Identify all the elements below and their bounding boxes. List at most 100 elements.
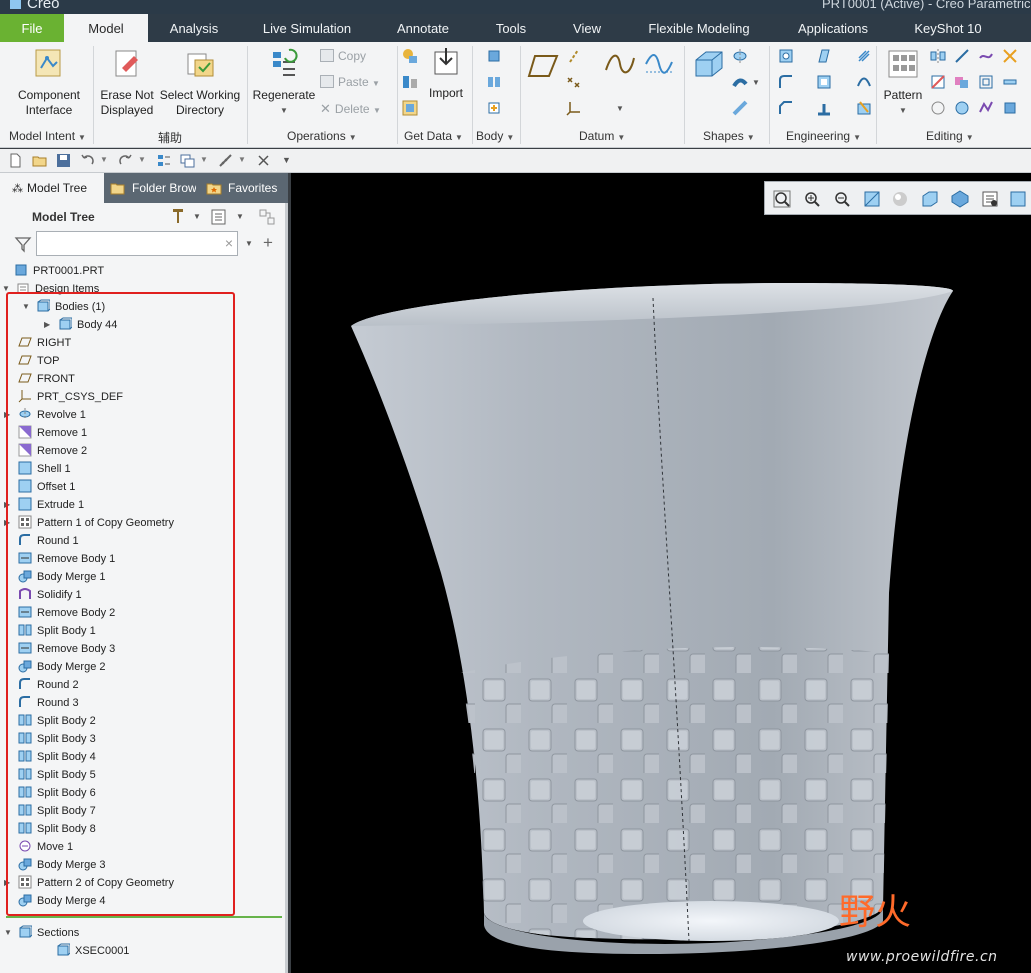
fill-icon[interactable] <box>954 100 970 116</box>
group-editing[interactable]: Editing ▼ <box>926 129 974 143</box>
datum-axis-icon[interactable] <box>566 48 582 64</box>
cosmetic-sketch-icon[interactable] <box>856 100 872 116</box>
collapse-arrow-icon[interactable]: ▼ <box>4 924 14 942</box>
windows-icon[interactable] <box>180 153 195 168</box>
sketch-icon[interactable] <box>604 52 636 76</box>
tree-body-44[interactable]: ▶ Body 44 <box>44 316 117 334</box>
tree-feature-shell-1[interactable]: Shell 1 <box>18 460 71 478</box>
tree-feature-remove-2[interactable]: Remove 2 <box>18 442 87 460</box>
open-folder-icon[interactable] <box>32 153 47 168</box>
solidify-icon[interactable] <box>930 100 946 116</box>
shrinkwrap-icon[interactable] <box>402 100 418 116</box>
tree-feature-split-body-4[interactable]: Split Body 4 <box>18 748 96 766</box>
filter-icon[interactable] <box>14 235 32 253</box>
hole-icon[interactable] <box>778 48 794 64</box>
customize-toolbar-dropdown[interactable]: ▼ <box>282 155 291 165</box>
tab-applications[interactable]: Applications <box>780 14 886 42</box>
save-icon[interactable] <box>56 153 71 168</box>
curve-icon[interactable] <box>644 52 674 76</box>
tree-feature-right[interactable]: RIGHT <box>18 334 71 352</box>
measure-icon[interactable] <box>218 153 233 168</box>
expand-arrow-icon[interactable]: ▶ <box>4 496 14 514</box>
tab-view[interactable]: View <box>554 14 620 42</box>
tree-feature-split-body-3[interactable]: Split Body 3 <box>18 730 96 748</box>
group-engineering[interactable]: Engineering ▼ <box>786 129 861 143</box>
tree-bodies[interactable]: ▼ Bodies (1) <box>22 298 105 316</box>
tree-feature-body-merge-3[interactable]: Body Merge 3 <box>18 856 105 874</box>
round-icon[interactable] <box>778 74 794 90</box>
tab-live-simulation[interactable]: Live Simulation <box>244 14 370 42</box>
filter-dropdown[interactable]: ▼ <box>245 239 253 248</box>
tree-feature-round-1[interactable]: Round 1 <box>18 532 79 550</box>
tree-columns-dropdown[interactable]: ▼ <box>236 212 244 221</box>
datum-plane-icon[interactable] <box>527 52 559 80</box>
tab-keyshot[interactable]: KeyShot 10 <box>900 14 996 42</box>
revolve-icon[interactable] <box>732 48 748 64</box>
erase-not-displayed-button[interactable]: Erase Not Displayed <box>97 48 157 118</box>
group-operations[interactable]: Operations ▼ <box>287 129 357 143</box>
extend-icon[interactable] <box>954 48 970 64</box>
expand-arrow-icon[interactable]: ▶ <box>4 406 14 424</box>
tree-feature-solidify-1[interactable]: Solidify 1 <box>18 586 82 604</box>
split-body-icon[interactable] <box>486 74 502 90</box>
group-get-data[interactable]: Get Data ▼ <box>404 129 463 143</box>
import-button[interactable]: Import <box>424 46 468 101</box>
rib-icon[interactable] <box>816 100 832 116</box>
tree-feature-remove-body-1[interactable]: Remove Body 1 <box>18 550 115 568</box>
tree-feature-body-merge-1[interactable]: Body Merge 1 <box>18 568 105 586</box>
tree-feature-pattern-1-of-copy-geometry[interactable]: ▶ Pattern 1 of Copy Geometry <box>4 514 174 532</box>
cosmetic-thread-icon[interactable] <box>856 48 872 64</box>
redo-icon[interactable] <box>118 153 133 168</box>
swept-blend-icon[interactable] <box>732 100 748 116</box>
mirror-icon[interactable] <box>930 48 946 64</box>
expand-arrow-icon[interactable]: ▶ <box>4 874 14 892</box>
extrude-icon[interactable] <box>692 48 724 80</box>
thicken-icon[interactable] <box>1002 74 1018 90</box>
regenerate-button[interactable]: Regenerate ▼ <box>252 48 316 118</box>
tree-feature-front[interactable]: FRONT <box>18 370 75 388</box>
tree-feature-split-body-1[interactable]: Split Body 1 <box>18 622 96 640</box>
chamfer-icon[interactable] <box>778 100 794 116</box>
toroidal-bend-icon[interactable] <box>856 74 872 90</box>
offset-icon[interactable] <box>978 74 994 90</box>
group-body[interactable]: Body ▼ <box>476 129 514 143</box>
tab-file[interactable]: File <box>0 14 64 42</box>
tree-feature-remove-1[interactable]: Remove 1 <box>18 424 87 442</box>
tree-columns-icon[interactable] <box>210 208 228 226</box>
clear-filter-icon[interactable]: × <box>225 235 233 251</box>
tree-feature-split-body-7[interactable]: Split Body 7 <box>18 802 96 820</box>
tree-sections[interactable]: ▼ Sections <box>4 924 79 942</box>
tree-filter-input[interactable]: × <box>36 231 238 256</box>
tree-feature-prt-csys-def[interactable]: PRT_CSYS_DEF <box>18 388 123 406</box>
tree-feature-split-body-8[interactable]: Split Body 8 <box>18 820 96 838</box>
panel-tab-favorites[interactable]: Favorites <box>196 173 288 203</box>
tab-tools[interactable]: Tools <box>478 14 544 42</box>
user-defined-feature-icon[interactable] <box>402 48 418 64</box>
new-file-icon[interactable] <box>8 153 23 168</box>
copy-geometry-icon[interactable] <box>402 74 418 90</box>
pattern-button[interactable]: Pattern ▼ <box>880 48 926 118</box>
undo-dropdown-icon[interactable]: ▼ <box>100 155 108 164</box>
group-model-intent[interactable]: Model Intent ▼ <box>9 129 86 143</box>
pattern-dropdown-icon[interactable]: ▼ <box>880 103 926 118</box>
tree-feature-pattern-2-of-copy-geometry[interactable]: ▶ Pattern 2 of Copy Geometry <box>4 874 174 892</box>
expand-arrow-icon[interactable]: ▶ <box>44 316 54 334</box>
tree-feature-offset-1[interactable]: Offset 1 <box>18 478 75 496</box>
tree-feature-body-merge-2[interactable]: Body Merge 2 <box>18 658 105 676</box>
panel-tab-model-tree[interactable]: ⁂ Model Tree <box>0 173 104 203</box>
tree-feature-remove-body-2[interactable]: Remove Body 2 <box>18 604 115 622</box>
collapse-arrow-icon[interactable]: ▼ <box>22 298 32 316</box>
tree-xsec0001[interactable]: XSEC0001 <box>56 942 129 960</box>
tree-feature-split-body-2[interactable]: Split Body 2 <box>18 712 96 730</box>
group-shapes[interactable]: Shapes ▼ <box>703 129 755 143</box>
tab-model[interactable]: Model <box>64 14 148 42</box>
datum-more-dropdown[interactable]: ▼ <box>616 104 624 113</box>
tree-feature-revolve-1[interactable]: ▶ Revolve 1 <box>4 406 86 424</box>
tree-feature-round-2[interactable]: Round 2 <box>18 676 79 694</box>
3d-model[interactable] <box>291 173 1031 973</box>
shapes-dropdown[interactable]: ▼ <box>752 78 760 87</box>
tab-annotate[interactable]: Annotate <box>378 14 468 42</box>
add-filter-icon[interactable]: + <box>263 233 273 253</box>
tree-feature-top[interactable]: TOP <box>18 352 59 370</box>
intersect-icon[interactable] <box>1002 48 1018 64</box>
